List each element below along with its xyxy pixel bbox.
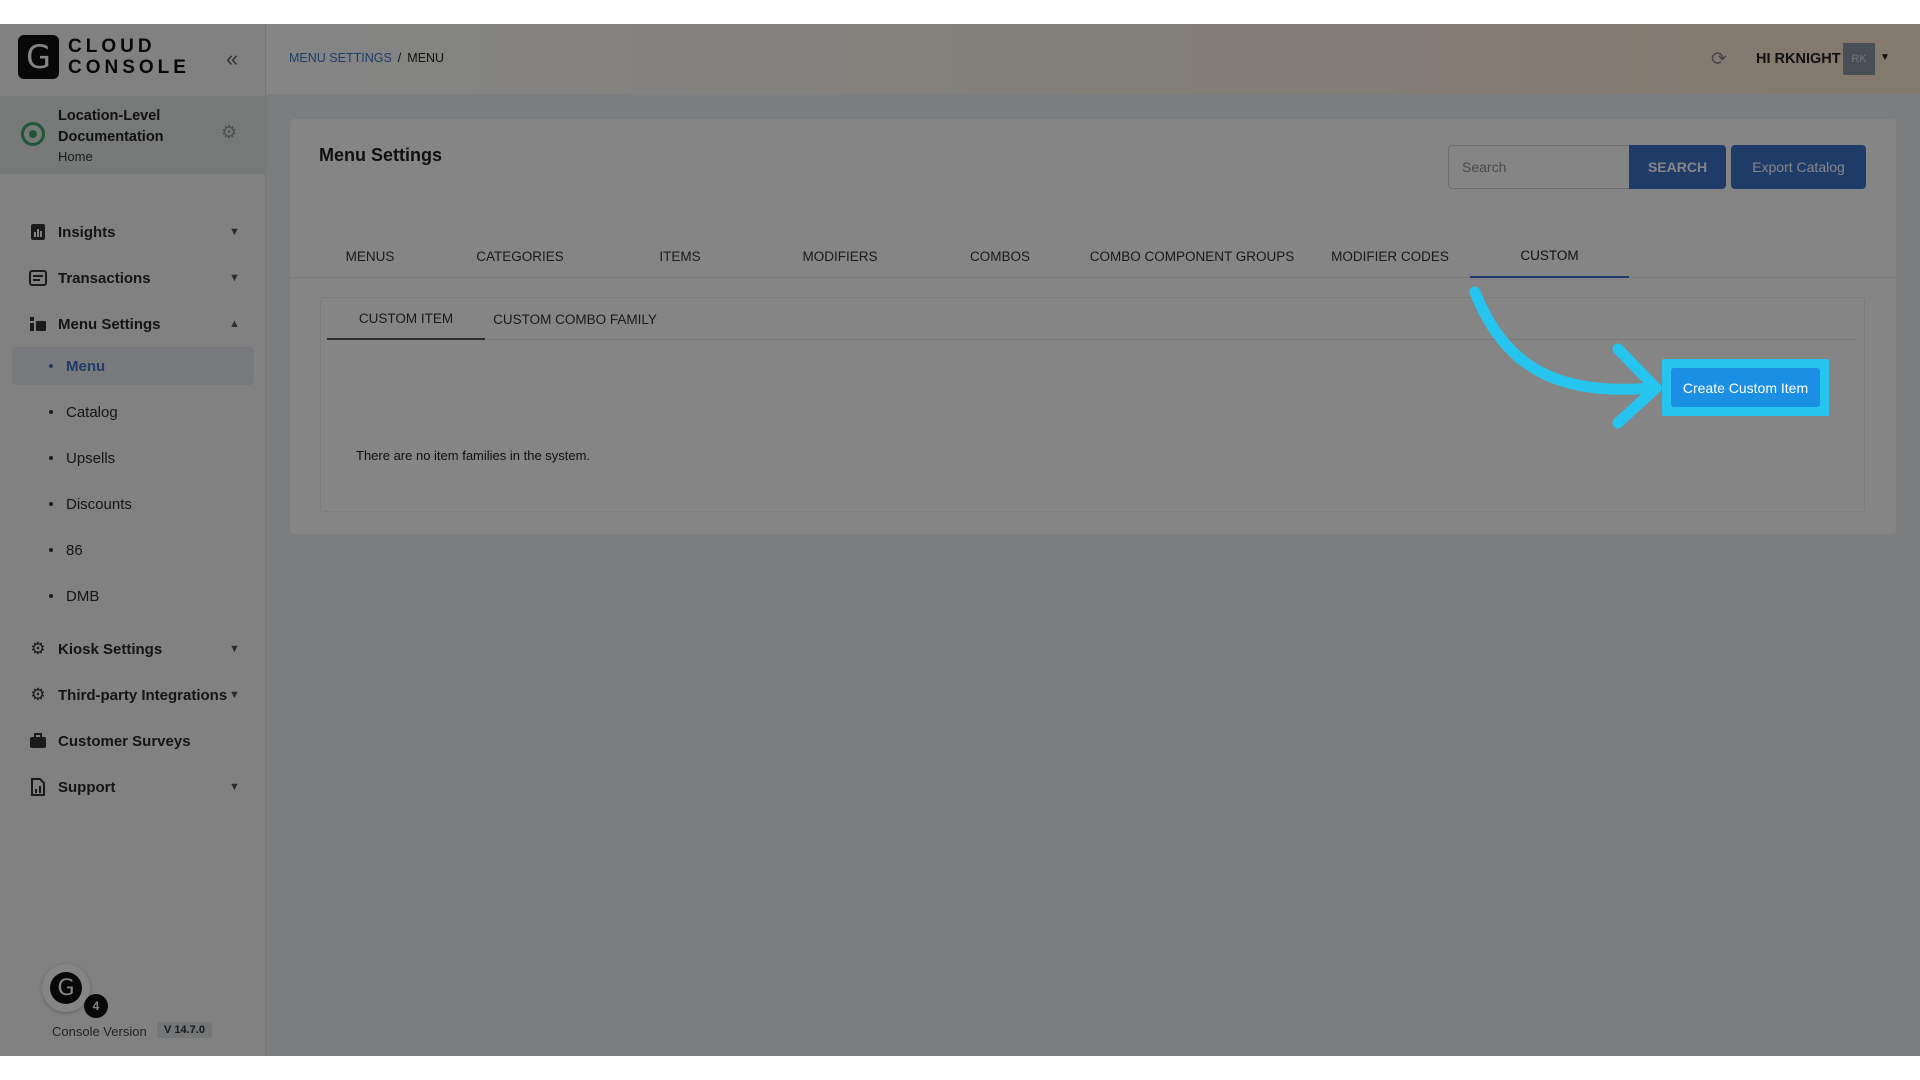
submenu-item-label: 86: [66, 541, 83, 559]
gear-icon: ⚙: [30, 639, 46, 658]
top-bar: MENU SETTINGS / MENU ⟳ HI RKNIGHT RK ▼: [266, 24, 1920, 94]
breadcrumb: MENU SETTINGS / MENU: [289, 51, 444, 65]
bullet-icon: [49, 410, 53, 414]
breadcrumb-separator: /: [397, 51, 402, 65]
location-pin-icon: [21, 122, 45, 146]
refresh-icon[interactable]: ⟳: [1711, 48, 1727, 71]
chevron-down-icon: ▼: [229, 781, 240, 793]
menu-board-icon: [28, 314, 48, 334]
document-chart-icon: [28, 777, 48, 797]
chevron-up-icon: ▲: [229, 318, 240, 330]
submenu-item-86[interactable]: 86: [12, 531, 254, 569]
tab-categories[interactable]: CATEGORIES: [450, 234, 590, 278]
brand-mark-small-icon: G: [50, 972, 82, 1004]
search-input[interactable]: [1448, 145, 1630, 189]
custom-panel: CUSTOM ITEM CUSTOM COMBO FAMILY There ar…: [320, 297, 1865, 512]
menu-settings-card: Menu Settings SEARCH Export Catalog MENU…: [290, 119, 1896, 534]
sidebar-item-label: Customer Surveys: [58, 732, 191, 750]
submenu-item-label: Discounts: [66, 495, 132, 513]
avatar[interactable]: RK: [1843, 43, 1875, 75]
sidebar-item-transactions[interactable]: Transactions ▼: [0, 258, 266, 298]
bullet-icon: [49, 502, 53, 506]
bullet-icon: [49, 548, 53, 552]
bullet-icon: [49, 364, 53, 368]
tab-items[interactable]: ITEMS: [610, 234, 750, 278]
brand-mark-icon: G: [18, 35, 59, 79]
app-window: G CLOUD CONSOLE « Location-Level Documen…: [0, 24, 1920, 1056]
sidebar-item-label: Menu Settings: [58, 315, 161, 333]
receipt-icon: [28, 268, 48, 288]
sidebar: G CLOUD CONSOLE « Location-Level Documen…: [0, 24, 266, 1056]
bullet-icon: [49, 594, 53, 598]
sidebar-item-kiosk-settings[interactable]: ⚙ Kiosk Settings ▼: [0, 629, 266, 669]
location-subtitle: Home: [58, 149, 93, 164]
brand-wordmark: CLOUD CONSOLE: [68, 36, 190, 78]
briefcase-icon: [28, 731, 48, 751]
collapse-sidebar-icon[interactable]: «: [226, 46, 238, 72]
chart-report-icon: [28, 222, 48, 242]
search-button[interactable]: SEARCH: [1629, 145, 1726, 189]
brand-line-1: CLOUD: [68, 36, 156, 57]
breadcrumb-menu-settings[interactable]: MENU SETTINGS: [289, 51, 392, 65]
page-title: Menu Settings: [319, 145, 443, 165]
submenu-item-label: DMB: [66, 587, 100, 605]
sidebar-item-label: Kiosk Settings: [58, 640, 163, 658]
brand-line-2: CONSOLE: [68, 57, 190, 78]
submenu-item-label: Upsells: [66, 449, 116, 467]
caret-down-icon[interactable]: ▼: [1880, 52, 1890, 63]
submenu-item-upsells[interactable]: Upsells: [12, 439, 254, 477]
submenu-item-label: Menu: [66, 357, 106, 375]
location-name: Location-Level Documentation: [58, 108, 164, 145]
chevron-down-icon: ▼: [229, 689, 240, 701]
create-custom-item-button[interactable]: Create Custom Item: [1671, 368, 1820, 407]
submenu-item-discounts[interactable]: Discounts: [12, 485, 254, 523]
tab-modifier-codes[interactable]: MODIFIER CODES: [1330, 234, 1450, 278]
sidebar-item-label: Transactions: [58, 269, 151, 287]
custom-subtabs: CUSTOM ITEM CUSTOM COMBO FAMILY: [327, 298, 1857, 340]
subtab-custom-item[interactable]: CUSTOM ITEM: [327, 298, 485, 340]
submenu-item-label: Catalog: [66, 403, 118, 421]
sidebar-item-support[interactable]: Support ▼: [0, 767, 266, 807]
subtab-custom-combo-family[interactable]: CUSTOM COMBO FAMILY: [490, 298, 660, 340]
tab-combo-component-groups[interactable]: COMBO COMPONENT GROUPS: [1086, 234, 1298, 278]
chevron-down-icon: ▼: [229, 226, 240, 238]
sidebar-item-menu-settings[interactable]: Menu Settings ▲: [0, 304, 266, 344]
bullet-icon: [49, 456, 53, 460]
sidebar-item-label: Insights: [58, 223, 116, 241]
version-tag: V 14.7.0: [157, 1022, 212, 1038]
submenu-item-menu[interactable]: Menu: [12, 347, 254, 385]
submenu-item-dmb[interactable]: DMB: [12, 577, 254, 615]
assistant-launcher[interactable]: G: [42, 964, 90, 1012]
menu-tabs: MENUS CATEGORIES ITEMS MODIFIERS COMBOS …: [290, 234, 1896, 278]
sidebar-item-label: Third-party Integrations: [58, 686, 228, 704]
brand-logo[interactable]: G CLOUD CONSOLE: [18, 35, 190, 79]
export-catalog-button[interactable]: Export Catalog: [1731, 145, 1866, 189]
tab-combos[interactable]: COMBOS: [930, 234, 1070, 278]
location-card[interactable]: Location-Level Documentation Home ⚙: [0, 96, 266, 174]
tab-menus[interactable]: MENUS: [311, 234, 429, 278]
integration-gear-icon: ⚙: [30, 685, 46, 704]
user-greeting[interactable]: HI RKNIGHT: [1756, 51, 1841, 67]
breadcrumb-current: MENU: [407, 51, 445, 65]
location-settings-gear-icon[interactable]: ⚙: [221, 122, 237, 143]
chevron-down-icon: ▼: [229, 643, 240, 655]
empty-state-message: There are no item families in the system…: [356, 448, 591, 463]
tab-modifiers[interactable]: MODIFIERS: [770, 234, 910, 278]
sidebar-item-label: Support: [58, 778, 116, 796]
chevron-down-icon: ▼: [229, 272, 240, 284]
sidebar-item-customer-surveys[interactable]: Customer Surveys: [0, 721, 266, 761]
console-version-label: Console Version: [52, 1024, 147, 1039]
submenu-item-catalog[interactable]: Catalog: [12, 393, 254, 431]
sidebar-item-insights[interactable]: Insights ▼: [0, 212, 266, 252]
notification-badge: 4: [84, 994, 108, 1018]
tab-custom[interactable]: CUSTOM: [1470, 234, 1629, 278]
sidebar-item-third-party-integrations[interactable]: ⚙ Third-party Integrations ▼: [0, 675, 266, 715]
